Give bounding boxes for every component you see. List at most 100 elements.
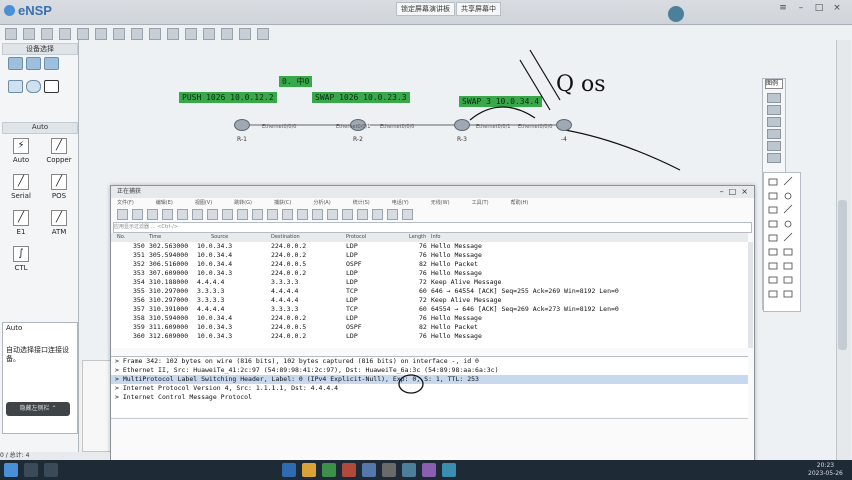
taskbar-app-icon[interactable] (442, 463, 456, 477)
table-row[interactable]: 355 310.297000 3.3.3.3 4.4.4.4 TCP 60 646 → 64… (111, 287, 748, 296)
redo-icon[interactable] (95, 28, 107, 40)
taskbar-app-icon[interactable] (422, 463, 436, 477)
table-row[interactable]: 353 307.609000 10.0.34.3 224.0.0.2 LDP 76 Hell… (111, 269, 748, 278)
save-icon[interactable] (41, 28, 53, 40)
undo-icon[interactable] (77, 28, 89, 40)
open-file-icon[interactable] (177, 209, 188, 220)
delete-icon[interactable] (149, 28, 161, 40)
legend-item-icon[interactable] (767, 153, 781, 163)
resize-columns-icon[interactable] (402, 209, 413, 220)
col-destination[interactable]: Destination (271, 233, 300, 242)
meeting-share-button[interactable]: 共享屏幕中 (456, 2, 501, 16)
table-row[interactable]: 352 306.516000 10.0.34.4 224.0.0.5 OSPF 82 Hel… (111, 260, 748, 269)
taskbar-app-icon[interactable] (302, 463, 316, 477)
back-icon[interactable] (252, 209, 263, 220)
cable-atm[interactable]: ╱ ATM (46, 210, 72, 236)
options-icon[interactable] (162, 209, 173, 220)
task-view-icon[interactable] (44, 463, 58, 477)
col-info[interactable]: Info (431, 233, 440, 242)
cable-auto[interactable]: ⚡ Auto (8, 138, 34, 164)
stop-capture-icon[interactable] (132, 209, 143, 220)
cloud-device-icon[interactable] (26, 80, 41, 93)
rect-icon[interactable] (185, 28, 197, 40)
menu-statistics[interactable]: 统计(S) (353, 200, 370, 206)
canvas-scrollbar-thumb[interactable] (838, 200, 847, 350)
user-avatar[interactable] (668, 6, 684, 22)
cable-pos[interactable]: ╱ POS (46, 174, 72, 200)
table-row[interactable]: 359 311.609000 10.0.34.3 224.0.0.5 OSPF 82 Hel… (111, 323, 748, 332)
cable-ctl[interactable]: ∫ CTL (8, 246, 34, 272)
taskbar-clock[interactable]: 20:23 2023-05-26 (808, 462, 843, 478)
taskbar-app-icon[interactable] (342, 463, 356, 477)
autoscroll-icon[interactable] (327, 209, 338, 220)
maximize-icon[interactable]: □ (814, 4, 824, 13)
taskbar-app-icon[interactable] (322, 463, 336, 477)
restart-icon[interactable] (147, 209, 158, 220)
wlan-device-icon[interactable] (44, 57, 59, 70)
table-row[interactable]: 356 310.297000 3.3.3.3 4.4.4.4 LDP 72 Keep Ali… (111, 296, 748, 305)
table-row[interactable]: 358 310.594000 10.0.34.4 224.0.0.2 LDP 76 Hell… (111, 314, 748, 323)
menu-icon[interactable]: ≡ (778, 4, 788, 13)
zoom-in-icon[interactable] (357, 209, 368, 220)
meeting-lock-button[interactable]: 锁定屏幕演讲板 (396, 2, 455, 16)
capture-icon[interactable] (239, 28, 251, 40)
menu-edit[interactable]: 编辑(E) (156, 200, 173, 206)
windows-start-icon[interactable] (4, 463, 18, 477)
router-r3-icon[interactable] (454, 119, 470, 131)
first-icon[interactable] (297, 209, 308, 220)
table-row[interactable]: 357 310.391000 4.4.4.4 3.3.3.3 TCP 60 64554 → … (111, 305, 748, 314)
menu-telephony[interactable]: 电话(Y) (392, 200, 409, 206)
cable-e1[interactable]: ╱ E1 (8, 210, 34, 236)
new-icon[interactable] (5, 28, 17, 40)
legend-item-icon[interactable] (767, 105, 781, 115)
search-icon[interactable] (24, 463, 38, 477)
cable-serial[interactable]: ╱ Serial (8, 174, 34, 200)
collapse-panel-button[interactable]: 隐藏左侧栏 ⌃ (6, 402, 70, 416)
switch-device-icon[interactable] (26, 57, 41, 70)
legend-item-icon[interactable] (767, 117, 781, 127)
menu-tools[interactable]: 工具(T) (472, 200, 489, 206)
taskbar-app-icon[interactable] (282, 463, 296, 477)
menu-analyze[interactable]: 分析(A) (313, 200, 330, 206)
taskbar-app-icon[interactable] (382, 463, 396, 477)
table-row[interactable]: 360 312.609000 10.0.34.3 224.0.0.2 LDP 76 Hell… (111, 332, 748, 341)
text-icon[interactable] (167, 28, 179, 40)
menu-capture[interactable]: 捕获(C) (274, 200, 291, 206)
menu-wireless[interactable]: 无线(W) (431, 200, 450, 206)
goto-icon[interactable] (282, 209, 293, 220)
last-icon[interactable] (312, 209, 323, 220)
legend-item-icon[interactable] (767, 93, 781, 103)
taskbar-app-icon[interactable] (402, 463, 416, 477)
close-file-icon[interactable] (207, 209, 218, 220)
forward-icon[interactable] (267, 209, 278, 220)
save-file-icon[interactable] (192, 209, 203, 220)
taskbar-app-icon[interactable] (362, 463, 376, 477)
start-icon[interactable] (203, 28, 215, 40)
shark-fin-icon[interactable] (117, 209, 128, 220)
menu-file[interactable]: 文件(F) (117, 200, 134, 206)
hand-icon[interactable] (131, 28, 143, 40)
wireshark-window-controls[interactable]: – □ × (720, 186, 748, 198)
table-row[interactable]: 354 310.188000 4.4.4.4 3.3.3.3 LDP 72 Keep Ali… (111, 278, 748, 287)
pc-device-icon[interactable] (8, 80, 23, 93)
router-device-icon[interactable] (8, 57, 23, 70)
select-icon[interactable] (113, 28, 125, 40)
col-length[interactable]: Length (409, 233, 426, 242)
zoom-reset-icon[interactable] (387, 209, 398, 220)
menu-help[interactable]: 帮助(H) (511, 200, 529, 206)
find-icon[interactable] (237, 209, 248, 220)
zoom-out-icon[interactable] (372, 209, 383, 220)
table-row[interactable]: 351 305.594000 10.0.34.4 224.0.0.2 LDP 76 Hell… (111, 251, 748, 260)
connection-device-icon[interactable] (44, 80, 59, 93)
menu-go[interactable]: 跳转(G) (234, 200, 252, 206)
close-icon[interactable]: × (832, 4, 842, 13)
menu-view[interactable]: 视图(V) (195, 200, 212, 206)
reload-icon[interactable] (222, 209, 233, 220)
router-r4-icon[interactable] (556, 119, 572, 131)
stop-icon[interactable] (221, 28, 233, 40)
table-row[interactable]: 350 302.563000 10.0.34.3 224.0.0.2 LDP 76 Hell… (111, 242, 748, 251)
minimize-icon[interactable]: – (796, 4, 806, 13)
detail-frame[interactable]: > Frame 342: 102 bytes on wire (816 bits… (111, 357, 748, 366)
router-r1-icon[interactable] (234, 119, 250, 131)
cable-copper[interactable]: ╱ Copper (46, 138, 72, 164)
